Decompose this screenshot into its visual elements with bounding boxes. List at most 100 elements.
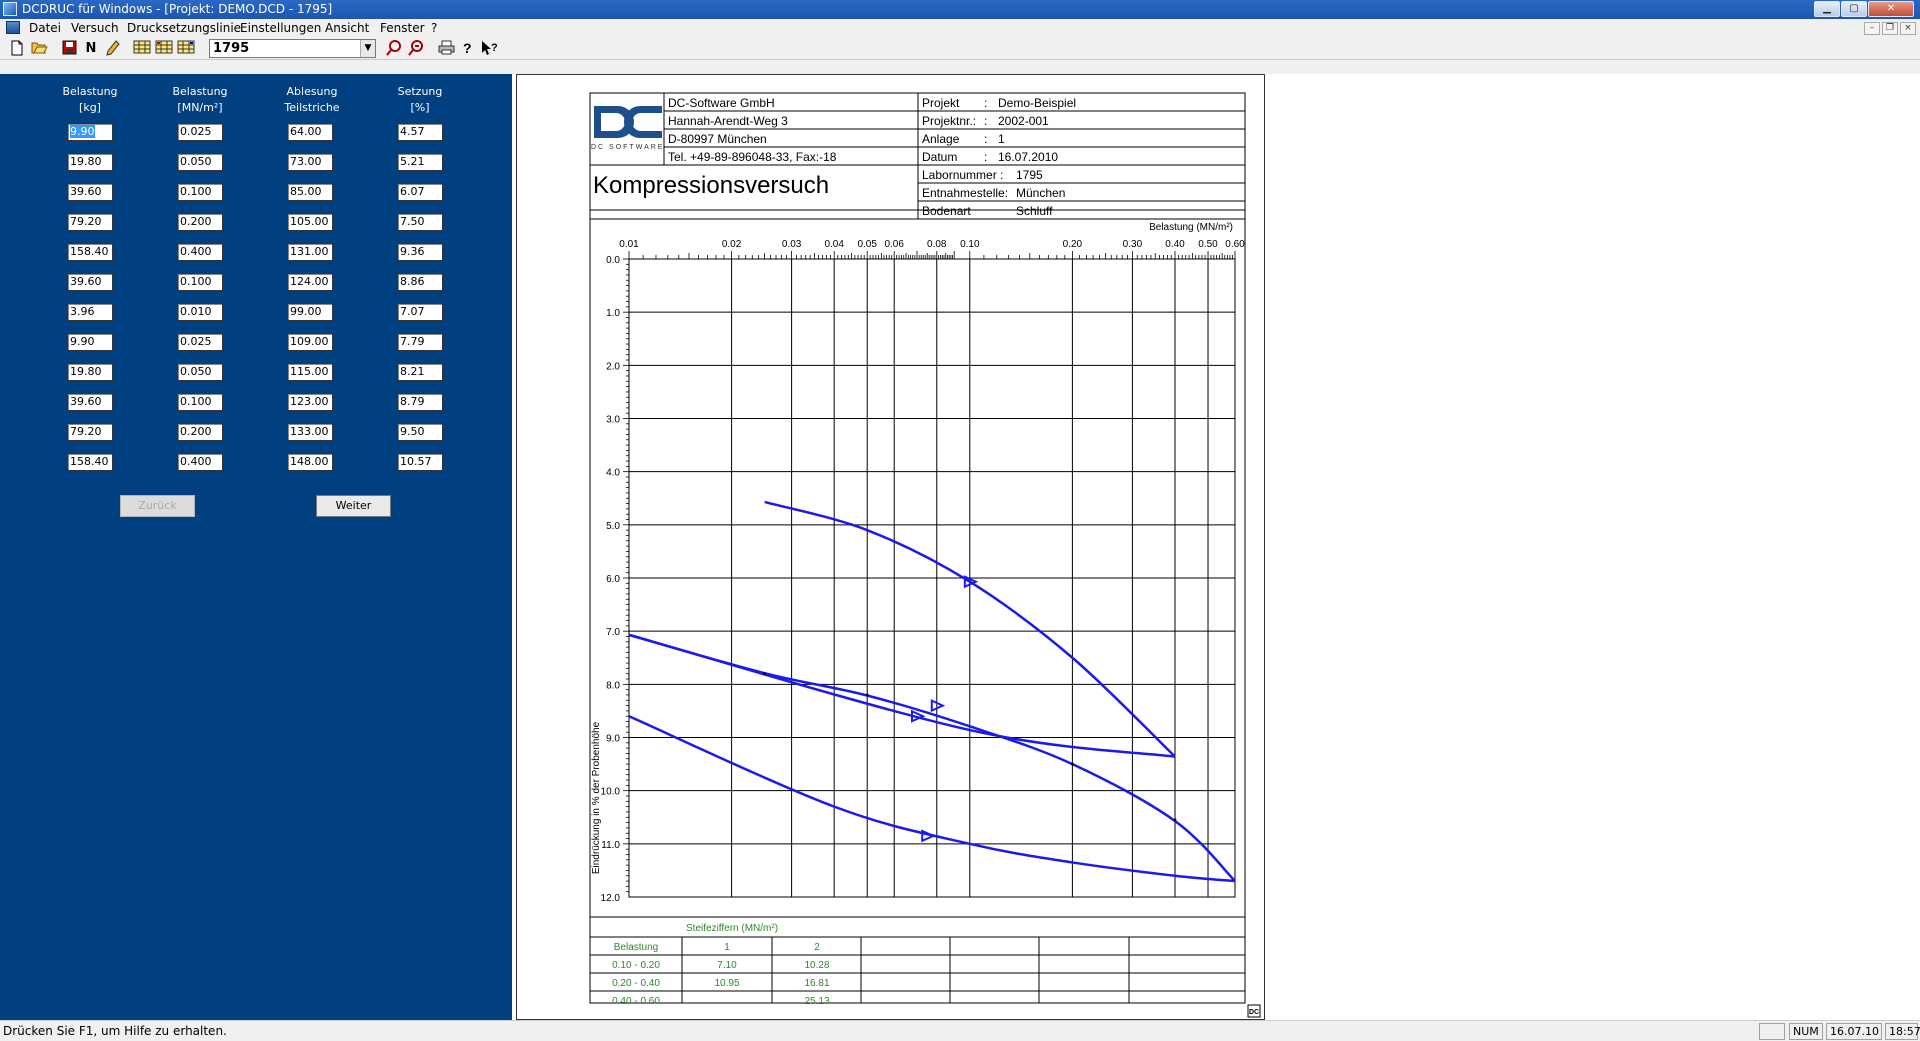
cell-value: 9.50 [400, 425, 425, 438]
ablesung-input[interactable]: 64.00 [287, 123, 333, 141]
stiffness-title: Steifeziffern (MN/m²) [686, 923, 778, 934]
pencil-icon[interactable] [104, 40, 122, 57]
header-line: Belastung [62, 85, 118, 98]
setzung-input[interactable]: 7.79 [397, 333, 443, 351]
belastung-kg-input[interactable]: 79.20 [67, 213, 113, 231]
menu-bar: Datei Versuch Drucksetzungslinie Einstel… [0, 19, 1920, 37]
setzung-input[interactable]: 7.50 [397, 213, 443, 231]
belastung-mn-input[interactable]: 0.050 [177, 153, 223, 171]
save-icon[interactable] [60, 40, 78, 57]
ablesung-input[interactable]: 115.00 [287, 363, 333, 381]
ablesung-input[interactable]: 123.00 [287, 393, 333, 411]
field-separator: : [984, 96, 987, 110]
minimize-button[interactable]: ▁ [1814, 1, 1840, 17]
setzung-input[interactable]: 8.21 [397, 363, 443, 381]
stiffness-cell: 7.10 [717, 960, 737, 971]
report-page[interactable]: DC SOFTWARE DC-Software GmbH Hannah-Arend… [516, 74, 1265, 1020]
belastung-kg-input[interactable]: 158.40 [67, 243, 113, 261]
setzung-input[interactable]: 8.86 [397, 273, 443, 291]
zoom-out-icon[interactable] [407, 40, 425, 57]
status-time: 18:57 [1885, 1023, 1920, 1040]
new-icon[interactable] [8, 40, 26, 57]
x-tick-label: 0.01 [619, 239, 639, 250]
context-help-icon[interactable]: ? [481, 40, 499, 57]
x-tick-label: 0.02 [722, 239, 742, 250]
cell-value: 0.100 [180, 395, 212, 408]
n-icon[interactable]: N [82, 40, 100, 57]
menu-datei[interactable]: Datei [29, 21, 61, 35]
status-date: 16.07.10 [1826, 1023, 1882, 1040]
ablesung-input[interactable]: 109.00 [287, 333, 333, 351]
ablesung-input[interactable]: 105.00 [287, 213, 333, 231]
field-value: Demo-Beispiel [998, 96, 1076, 110]
ablesung-input[interactable]: 99.00 [287, 303, 333, 321]
menu-einstellungen[interactable]: Einstellungen [240, 21, 321, 35]
belastung-mn-input[interactable]: 0.050 [177, 363, 223, 381]
belastung-kg-input[interactable]: 158.40 [67, 453, 113, 471]
menu-fenster[interactable]: Fenster [380, 21, 425, 35]
belastung-kg-input[interactable]: 19.80 [67, 363, 113, 381]
belastung-mn-input[interactable]: 0.100 [177, 393, 223, 411]
cell-value: 73.00 [290, 155, 322, 168]
ablesung-input[interactable]: 133.00 [287, 423, 333, 441]
ablesung-input[interactable]: 85.00 [287, 183, 333, 201]
chevron-down-icon[interactable]: ▼ [360, 40, 375, 57]
sample-combo[interactable]: 1795 ▼ [209, 39, 376, 58]
belastung-kg-input[interactable]: 19.80 [67, 153, 113, 171]
setzung-input[interactable]: 6.07 [397, 183, 443, 201]
cell-value: 0.200 [180, 425, 212, 438]
mdi-minimize-button[interactable]: – [1864, 22, 1880, 35]
table-edit-icon[interactable] [155, 40, 173, 57]
setzung-input[interactable]: 4.57 [397, 123, 443, 141]
setzung-input[interactable]: 9.50 [397, 423, 443, 441]
header-line: Belastung [172, 85, 228, 98]
setzung-input[interactable]: 7.07 [397, 303, 443, 321]
menu-ansicht[interactable]: Ansicht [325, 21, 369, 35]
belastung-kg-input[interactable]: 3.96 [67, 303, 113, 321]
cell-value: 8.86 [400, 275, 425, 288]
setzung-input[interactable]: 10.57 [397, 453, 443, 471]
y-tick-label: 7.0 [606, 627, 620, 638]
ablesung-input[interactable]: 148.00 [287, 453, 333, 471]
belastung-mn-input[interactable]: 0.100 [177, 273, 223, 291]
table-list-icon[interactable] [177, 40, 195, 57]
setzung-input[interactable]: 9.36 [397, 243, 443, 261]
print-icon[interactable] [437, 40, 455, 57]
close-button[interactable]: ✕ [1868, 1, 1914, 17]
zoom-in-icon[interactable] [385, 40, 403, 57]
next-button[interactable]: Weiter [316, 495, 391, 517]
belastung-kg-input[interactable]: 39.60 [67, 393, 113, 411]
table-icon[interactable] [133, 40, 151, 57]
mdi-close-button[interactable]: × [1900, 22, 1916, 35]
belastung-mn-input[interactable]: 0.025 [177, 123, 223, 141]
document-icon[interactable] [6, 21, 20, 34]
belastung-mn-input[interactable]: 0.100 [177, 183, 223, 201]
ablesung-input[interactable]: 73.00 [287, 153, 333, 171]
menu-help[interactable]: ? [431, 21, 437, 35]
ablesung-input[interactable]: 131.00 [287, 243, 333, 261]
maximize-button[interactable]: ▢ [1841, 1, 1867, 17]
belastung-kg-input[interactable]: 9.90 [67, 123, 113, 141]
belastung-mn-input[interactable]: 0.200 [177, 213, 223, 231]
help-icon[interactable]: ? [459, 40, 477, 57]
ablesung-input[interactable]: 124.00 [287, 273, 333, 291]
open-icon[interactable] [30, 40, 48, 57]
belastung-kg-input[interactable]: 9.90 [67, 333, 113, 351]
header-unit: Teilstriche [284, 101, 340, 114]
field-label: Entnahmestelle: [922, 186, 1008, 200]
belastung-mn-input[interactable]: 0.400 [177, 243, 223, 261]
belastung-mn-input[interactable]: 0.010 [177, 303, 223, 321]
setzung-input[interactable]: 8.79 [397, 393, 443, 411]
mdi-restore-button[interactable]: ❐ [1882, 22, 1898, 35]
belastung-mn-input[interactable]: 0.200 [177, 423, 223, 441]
back-button[interactable]: Zurück [120, 495, 195, 517]
menu-drucksetzungslinie[interactable]: Drucksetzungslinie [127, 21, 241, 35]
belastung-kg-input[interactable]: 39.60 [67, 183, 113, 201]
menu-versuch[interactable]: Versuch [71, 21, 119, 35]
data-dot [865, 693, 869, 697]
belastung-kg-input[interactable]: 79.20 [67, 423, 113, 441]
belastung-kg-input[interactable]: 39.60 [67, 273, 113, 291]
belastung-mn-input[interactable]: 0.400 [177, 453, 223, 471]
setzung-input[interactable]: 5.21 [397, 153, 443, 171]
belastung-mn-input[interactable]: 0.025 [177, 333, 223, 351]
